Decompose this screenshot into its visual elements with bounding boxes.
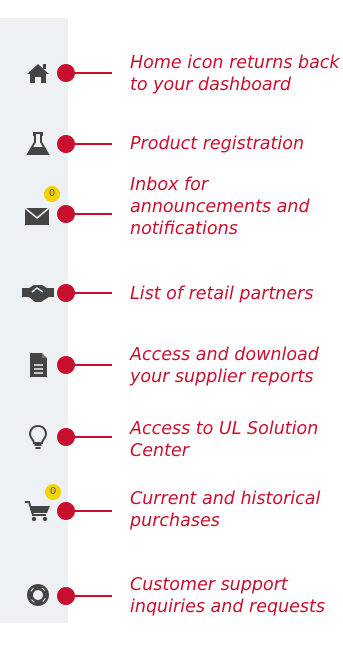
solution-center-description: Access to UL Solution Center — [130, 419, 319, 461]
cart-badge: 0 — [45, 484, 61, 500]
retail-partners-description: List of retail partners — [130, 284, 314, 304]
callout-line — [72, 213, 112, 215]
callout-line — [72, 510, 112, 512]
callout-line — [72, 364, 112, 366]
inbox-description: Inbox for announcements and notification… — [130, 175, 310, 239]
supplier-reports-description: Access and download your supplier report… — [130, 345, 319, 387]
callout-line — [72, 143, 112, 145]
sidebar-rail — [0, 18, 68, 623]
purchases-description: Current and historical purchases — [130, 489, 321, 531]
callout-line — [72, 292, 112, 294]
customer-support-description: Customer support inquiries and requests — [130, 575, 326, 617]
home-description: Home icon returns back to your dashboard — [130, 53, 340, 95]
callout-line — [72, 595, 112, 597]
callout-line — [72, 436, 112, 438]
product-registration-description: Product registration — [130, 134, 305, 154]
callout-line — [72, 72, 112, 74]
inbox-badge: 0 — [44, 186, 60, 202]
